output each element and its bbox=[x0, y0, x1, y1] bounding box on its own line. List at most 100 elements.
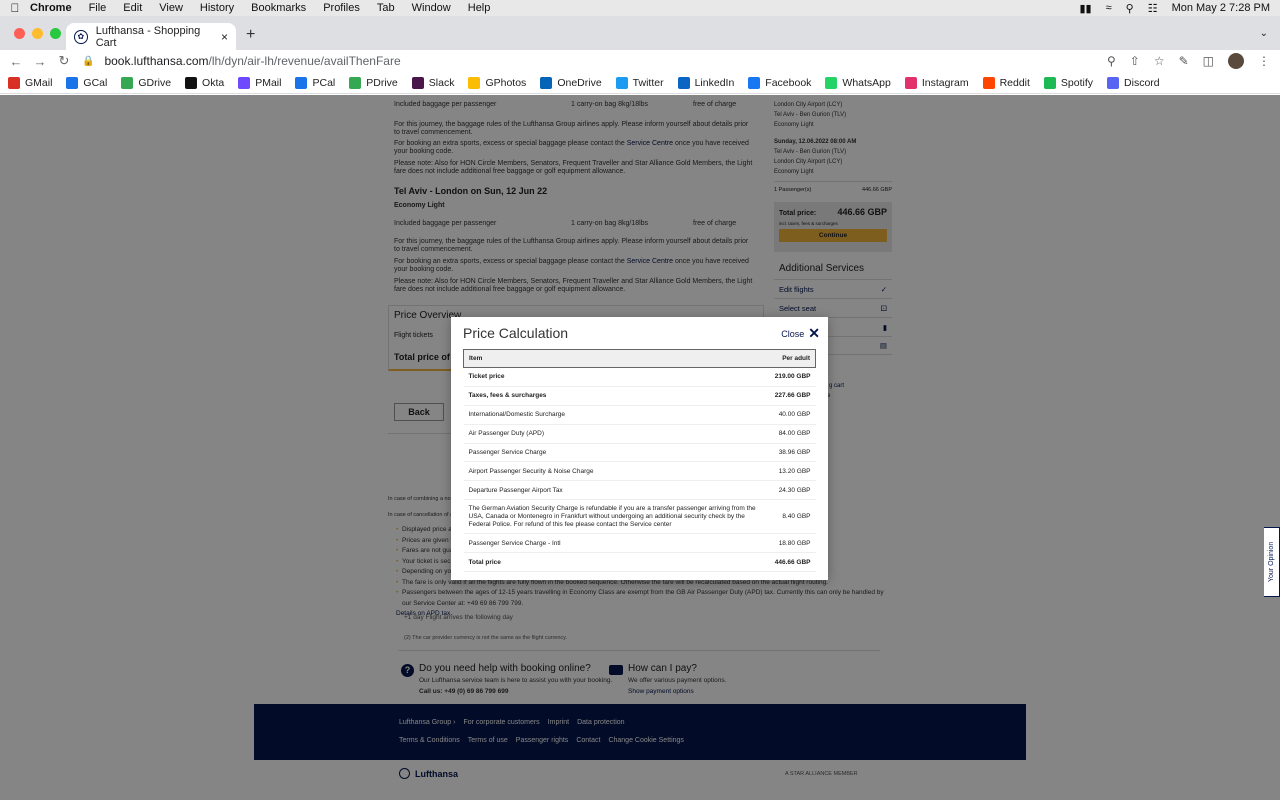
tab-close-icon[interactable]: × bbox=[221, 30, 228, 44]
menu-profiles[interactable]: Profiles bbox=[323, 2, 360, 14]
bookmark-label: GCal bbox=[83, 76, 108, 89]
browser-tabstrip: ✿ Lufthansa - Shopping Cart × + ⌄ bbox=[0, 16, 1280, 50]
price-item-amount: 40.00 GBP bbox=[763, 405, 816, 425]
price-row: Departure Passenger Airport Tax 24.30 GBP bbox=[463, 480, 816, 501]
tab-search-chevron-icon[interactable]: ⌄ bbox=[1260, 28, 1268, 39]
extensions-puzzle-icon[interactable]: ✎ bbox=[1179, 54, 1189, 68]
zoom-window-button[interactable] bbox=[50, 28, 61, 39]
bookmark-label: PDrive bbox=[366, 76, 398, 89]
reload-icon[interactable]: ↻ bbox=[52, 53, 76, 69]
battery-icon[interactable]: ▮▮ bbox=[1079, 2, 1091, 15]
your-opinion-tab[interactable]: Your Opinion bbox=[1264, 527, 1280, 597]
bookmark-star-icon[interactable]: ☆ bbox=[1154, 54, 1165, 68]
bookmark-okta[interactable]: Okta bbox=[185, 76, 225, 89]
bookmark-label: Reddit bbox=[999, 76, 1030, 89]
price-row: Air Passenger Duty (APD) 84.00 GBP bbox=[463, 424, 816, 444]
bookmark-gcal[interactable]: GCal bbox=[66, 76, 108, 89]
chrome-menu-icon[interactable]: ⋮ bbox=[1258, 54, 1270, 68]
price-row: Airport Passenger Security & Noise Charg… bbox=[463, 461, 816, 482]
modal-title: Price Calculation bbox=[463, 325, 569, 341]
linkedin-icon bbox=[677, 76, 690, 89]
menu-tab[interactable]: Tab bbox=[377, 2, 395, 14]
profile-avatar[interactable] bbox=[1228, 53, 1244, 69]
apple-icon[interactable]:  bbox=[0, 1, 30, 15]
lock-icon[interactable]: 🔒 bbox=[82, 56, 94, 67]
bookmark-slack[interactable]: Slack bbox=[411, 76, 455, 89]
pdrive-icon bbox=[349, 76, 362, 89]
gphotos-icon bbox=[468, 76, 481, 89]
bookmark-gphotos[interactable]: GPhotos bbox=[468, 76, 527, 89]
address-host: book.lufthansa.com bbox=[104, 54, 209, 68]
price-item-label: Ticket price bbox=[463, 367, 764, 387]
bookmark-label: Discord bbox=[1124, 76, 1160, 89]
lufthansa-favicon-icon: ✿ bbox=[74, 29, 88, 44]
spotify-icon bbox=[1043, 76, 1056, 89]
bookmark-twitter[interactable]: Twitter bbox=[615, 76, 664, 89]
new-tab-icon[interactable]: + bbox=[246, 26, 255, 44]
menu-file[interactable]: File bbox=[89, 2, 107, 14]
bookmark-gdrive[interactable]: GDrive bbox=[121, 76, 171, 89]
price-row: International/Domestic Surcharge 40.00 GB… bbox=[463, 405, 816, 425]
forward-arrow-icon[interactable]: → bbox=[28, 54, 52, 69]
reddit-icon bbox=[982, 76, 995, 89]
price-item-label: Air Passenger Duty (APD) bbox=[463, 424, 764, 444]
your-opinion-label: Your Opinion bbox=[1268, 541, 1275, 583]
share-icon[interactable]: ⇧ bbox=[1130, 54, 1140, 68]
bookmark-instagram[interactable]: Instagram bbox=[904, 76, 969, 89]
menu-help[interactable]: Help bbox=[468, 2, 491, 14]
price-item-label: Total price bbox=[463, 552, 764, 573]
okta-icon bbox=[185, 76, 198, 89]
price-calculation-modal: Price Calculation Close ✕ Item Per adult… bbox=[451, 317, 828, 580]
bookmark-whatsapp[interactable]: WhatsApp bbox=[825, 76, 891, 89]
menu-app-name[interactable]: Chrome bbox=[30, 2, 72, 14]
back-arrow-icon[interactable]: ← bbox=[4, 54, 28, 69]
bookmark-spotify[interactable]: Spotify bbox=[1043, 76, 1093, 89]
bookmark-label: Slack bbox=[428, 76, 455, 89]
bookmark-pcal[interactable]: PCal bbox=[295, 76, 336, 89]
menu-view[interactable]: View bbox=[159, 2, 183, 14]
sidepanel-icon[interactable]: ◫ bbox=[1203, 54, 1214, 68]
bookmark-label: GPhotos bbox=[485, 76, 527, 89]
spotlight-icon[interactable]: ⚲ bbox=[1126, 2, 1134, 15]
close-window-button[interactable] bbox=[14, 28, 25, 39]
bookmark-gmail[interactable]: GMail bbox=[8, 76, 52, 89]
price-item-amount: 13.20 GBP bbox=[763, 461, 816, 482]
menu-bookmarks[interactable]: Bookmarks bbox=[251, 2, 306, 14]
price-row: Ticket price 219.00 GBP bbox=[463, 367, 816, 387]
table-header-row: Item Per adult bbox=[463, 349, 816, 368]
bookmark-label: PCal bbox=[312, 76, 336, 89]
modal-close-button[interactable]: Close ✕ bbox=[781, 325, 820, 342]
bookmark-discord[interactable]: Discord bbox=[1107, 76, 1160, 89]
twitter-icon bbox=[615, 76, 628, 89]
bookmark-pdrive[interactable]: PDrive bbox=[349, 76, 398, 89]
browser-tab-active[interactable]: ✿ Lufthansa - Shopping Cart × bbox=[66, 23, 236, 50]
bookmark-pmail[interactable]: PMail bbox=[238, 76, 281, 89]
facebook-icon bbox=[748, 76, 761, 89]
address-path: /lh/dyn/air-lh/revenue/availThenFare bbox=[208, 54, 401, 68]
minimize-window-button[interactable] bbox=[32, 28, 43, 39]
gdrive-icon bbox=[121, 76, 134, 89]
tab-title: Lufthansa - Shopping Cart bbox=[95, 24, 201, 49]
menubar-clock[interactable]: Mon May 2 7:28 PM bbox=[1172, 2, 1270, 14]
control-center-icon[interactable]: ☷ bbox=[1148, 2, 1158, 15]
discord-icon bbox=[1107, 76, 1120, 89]
bookmark-linkedin[interactable]: LinkedIn bbox=[677, 76, 734, 89]
zoom-icon[interactable]: ⚲ bbox=[1107, 54, 1116, 68]
menu-window[interactable]: Window bbox=[412, 2, 451, 14]
price-item-amount: 8.40 GBP bbox=[763, 499, 816, 535]
wifi-icon[interactable]: ≈ bbox=[1106, 2, 1112, 14]
pmail-icon bbox=[238, 76, 251, 89]
whatsapp-icon bbox=[825, 76, 838, 89]
address-bar[interactable]: 🔒 book.lufthansa.com/lh/dyn/air-lh/reven… bbox=[82, 50, 401, 72]
bookmark-facebook[interactable]: Facebook bbox=[748, 76, 811, 89]
col-item-header: Item bbox=[469, 355, 483, 362]
bookmark-label: Okta bbox=[202, 76, 225, 89]
instagram-icon bbox=[904, 76, 917, 89]
menu-history[interactable]: History bbox=[200, 2, 234, 14]
price-row: Passenger Service Charge 38.96 GBP bbox=[463, 443, 816, 463]
bookmark-reddit[interactable]: Reddit bbox=[982, 76, 1030, 89]
bookmark-onedrive[interactable]: OneDrive bbox=[540, 76, 602, 89]
menu-edit[interactable]: Edit bbox=[123, 2, 142, 14]
price-item-label: Passenger Service Charge - Intl bbox=[463, 533, 764, 554]
price-item-amount: 84.00 GBP bbox=[763, 424, 816, 444]
